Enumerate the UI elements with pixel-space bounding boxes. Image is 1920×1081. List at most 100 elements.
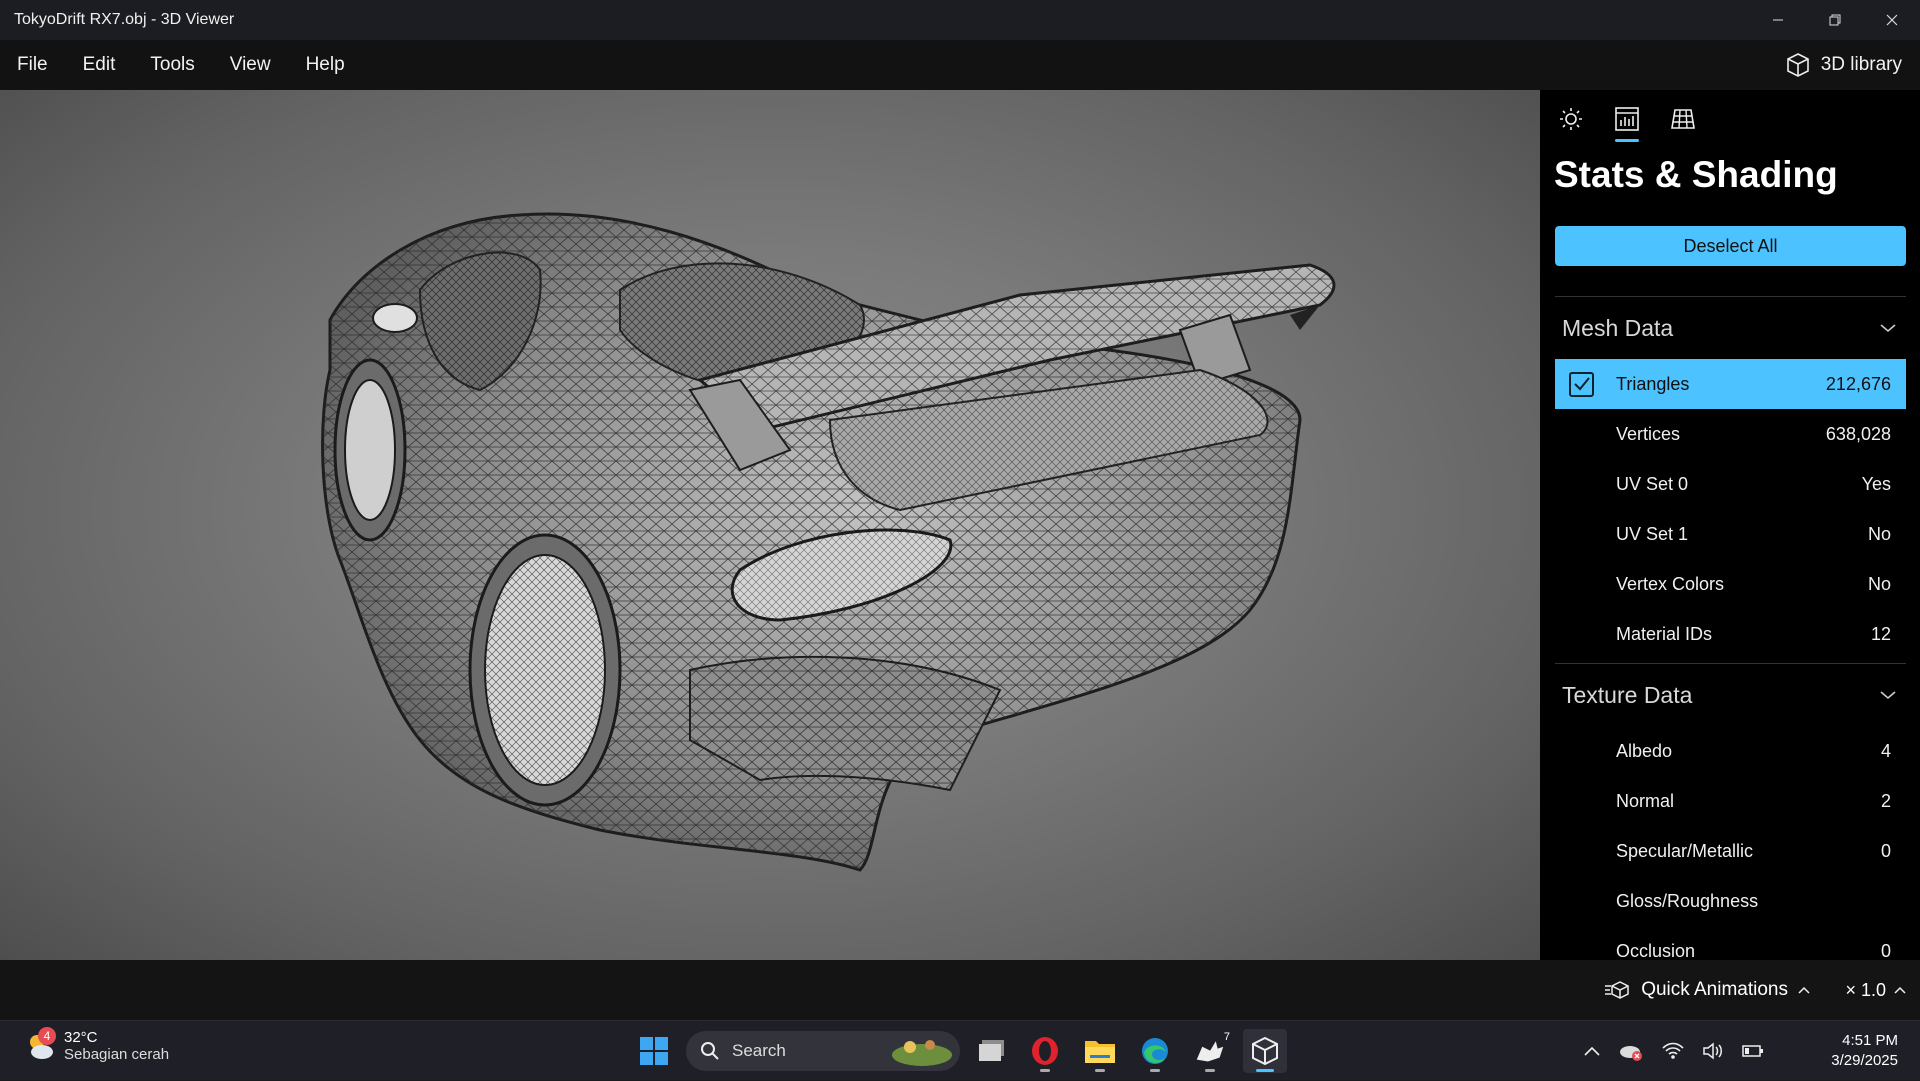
taskbar-file-explorer[interactable] <box>1078 1029 1122 1073</box>
animation-cube-icon <box>1605 981 1629 999</box>
stat-row-normal[interactable]: Normal 2 <box>1555 776 1906 826</box>
wifi-icon[interactable] <box>1662 1042 1684 1060</box>
panel-title: Stats & Shading <box>1554 154 1838 195</box>
stats-chart-icon <box>1615 107 1639 131</box>
onedrive-error-icon[interactable] <box>1618 1040 1644 1062</box>
cube-icon <box>1786 53 1809 77</box>
taskbar-search[interactable]: Search <box>686 1031 960 1071</box>
quick-animations-label: Quick Animations <box>1641 979 1788 1000</box>
menu-view[interactable]: View <box>213 40 289 90</box>
playback-speed-button[interactable]: × 1.0 <box>1845 960 1906 1020</box>
rhino-icon <box>1195 1038 1225 1063</box>
system-tray <box>1584 1021 1764 1081</box>
tab-grid[interactable] <box>1666 106 1700 146</box>
stat-row-gloss-roughness[interactable]: Gloss/Roughness <box>1555 876 1906 926</box>
start-button[interactable] <box>632 1029 676 1073</box>
stat-label: Specular/Metallic <box>1616 840 1754 861</box>
stat-label: UV Set 0 <box>1616 473 1689 494</box>
weather-badge: 4 <box>38 1027 56 1045</box>
stat-label: Material IDs <box>1616 623 1713 644</box>
stat-value: 12 <box>1870 623 1891 644</box>
stat-label: UV Set 1 <box>1616 523 1689 544</box>
close-button[interactable] <box>1863 0 1920 40</box>
battery-icon[interactable] <box>1742 1044 1764 1058</box>
texture-data-title: Texture Data <box>1562 681 1693 708</box>
weather-widget[interactable]: 4 32°C Sebagian cerah <box>24 1027 170 1063</box>
stat-row-uv-set-0[interactable]: UV Set 0 Yes <box>1555 459 1906 509</box>
texture-data-header[interactable]: Texture Data <box>1540 664 1920 726</box>
chevron-down-icon <box>1880 324 1896 333</box>
title-bar: TokyoDrift RX7.obj - 3D Viewer <box>0 0 1920 40</box>
rhino-version-badge: 7 <box>1223 1031 1230 1043</box>
mesh-data-title: Mesh Data <box>1562 314 1674 341</box>
car-wireframe-model <box>321 212 1336 872</box>
chevron-down-icon <box>1880 691 1896 700</box>
menu-tools[interactable]: Tools <box>133 40 212 90</box>
chevron-up-icon <box>1798 986 1810 994</box>
clock-date: 3/29/2025 <box>1831 1052 1898 1069</box>
menu-edit[interactable]: Edit <box>66 40 134 90</box>
restore-button[interactable] <box>1806 0 1863 40</box>
restore-icon <box>1829 14 1840 26</box>
clock-time: 4:51 PM <box>1842 1032 1898 1049</box>
stat-row-vertex-colors[interactable]: Vertex Colors No <box>1555 559 1906 609</box>
sun-icon <box>1560 108 1582 130</box>
checkmark-icon <box>1573 377 1590 391</box>
stat-value: Yes <box>1861 473 1891 494</box>
bottom-status-bar: Quick Animations × 1.0 <box>0 960 1920 1020</box>
taskbar-edge[interactable] <box>1133 1029 1177 1073</box>
edge-icon <box>1142 1038 1168 1064</box>
taskbar-3d-viewer[interactable] <box>1243 1029 1287 1073</box>
search-highlight-icon <box>892 1040 952 1066</box>
running-indicator <box>1040 1069 1050 1072</box>
stat-value: 212,676 <box>1825 373 1891 394</box>
stat-value: 4 <box>1880 740 1891 761</box>
3d-viewer-icon <box>1252 1036 1278 1066</box>
minimize-button[interactable] <box>1749 0 1806 40</box>
deselect-all-button[interactable]: Deselect All <box>1555 226 1906 266</box>
windows-logo-icon <box>640 1037 668 1065</box>
weather-temperature: 32°C <box>64 1029 98 1046</box>
stat-row-triangles[interactable]: Triangles 212,676 <box>1555 359 1906 409</box>
stat-label: Vertices <box>1616 423 1681 444</box>
opera-icon <box>1032 1037 1058 1065</box>
stat-label: Gloss/Roughness <box>1616 890 1759 911</box>
mesh-data-header[interactable]: Mesh Data <box>1540 297 1920 359</box>
weather-description: Sebagian cerah <box>64 1046 170 1063</box>
stat-value: No <box>1867 573 1891 594</box>
3d-viewport[interactable] <box>0 90 1540 960</box>
tab-lighting[interactable] <box>1554 106 1588 146</box>
search-icon <box>701 1042 719 1060</box>
stat-value: 0 <box>1880 940 1891 961</box>
stat-row-occlusion[interactable]: Occlusion 0 <box>1555 926 1906 961</box>
running-indicator <box>1256 1069 1274 1072</box>
taskbar-task-view[interactable] <box>970 1029 1014 1073</box>
stat-row-vertices[interactable]: Vertices 638,028 <box>1555 409 1906 459</box>
stat-value: 0 <box>1880 840 1891 861</box>
tab-stats[interactable] <box>1610 106 1644 146</box>
folder-icon <box>1085 1041 1115 1063</box>
chevron-up-icon <box>1894 986 1906 994</box>
quick-animations-button[interactable]: Quick Animations <box>1605 960 1810 1020</box>
stat-label: Normal <box>1616 790 1675 811</box>
stat-row-material-ids[interactable]: Material IDs 12 <box>1555 609 1906 659</box>
triangles-checkbox[interactable] <box>1569 371 1594 397</box>
stat-label: Vertex Colors <box>1616 573 1725 594</box>
menu-help[interactable]: Help <box>289 40 363 90</box>
stat-row-uv-set-1[interactable]: UV Set 1 No <box>1555 509 1906 559</box>
show-hidden-icons-icon[interactable] <box>1584 1046 1600 1056</box>
stat-value: 638,028 <box>1825 423 1891 444</box>
stat-row-albedo[interactable]: Albedo 4 <box>1555 726 1906 776</box>
3d-library-button[interactable]: 3D library <box>1785 40 1902 90</box>
task-view-icon <box>979 1040 1004 1061</box>
taskbar-clock[interactable]: 4:51 PM 3/29/2025 <box>1831 1031 1898 1071</box>
playback-speed-value: × 1.0 <box>1845 979 1886 1000</box>
windows-taskbar: 4 32°C Sebagian cerah Search 7 4:51 PM 3… <box>0 1020 1920 1080</box>
stat-row-specular-metallic[interactable]: Specular/Metallic 0 <box>1555 826 1906 876</box>
menu-file[interactable]: File <box>0 40 66 90</box>
volume-icon[interactable] <box>1702 1042 1724 1060</box>
stat-label: Occlusion <box>1616 940 1696 961</box>
taskbar-rhino[interactable]: 7 <box>1188 1029 1232 1073</box>
taskbar-opera[interactable] <box>1023 1029 1067 1073</box>
stats-shading-panel: Stats & Shading Deselect All Mesh Data T… <box>1540 90 1920 960</box>
